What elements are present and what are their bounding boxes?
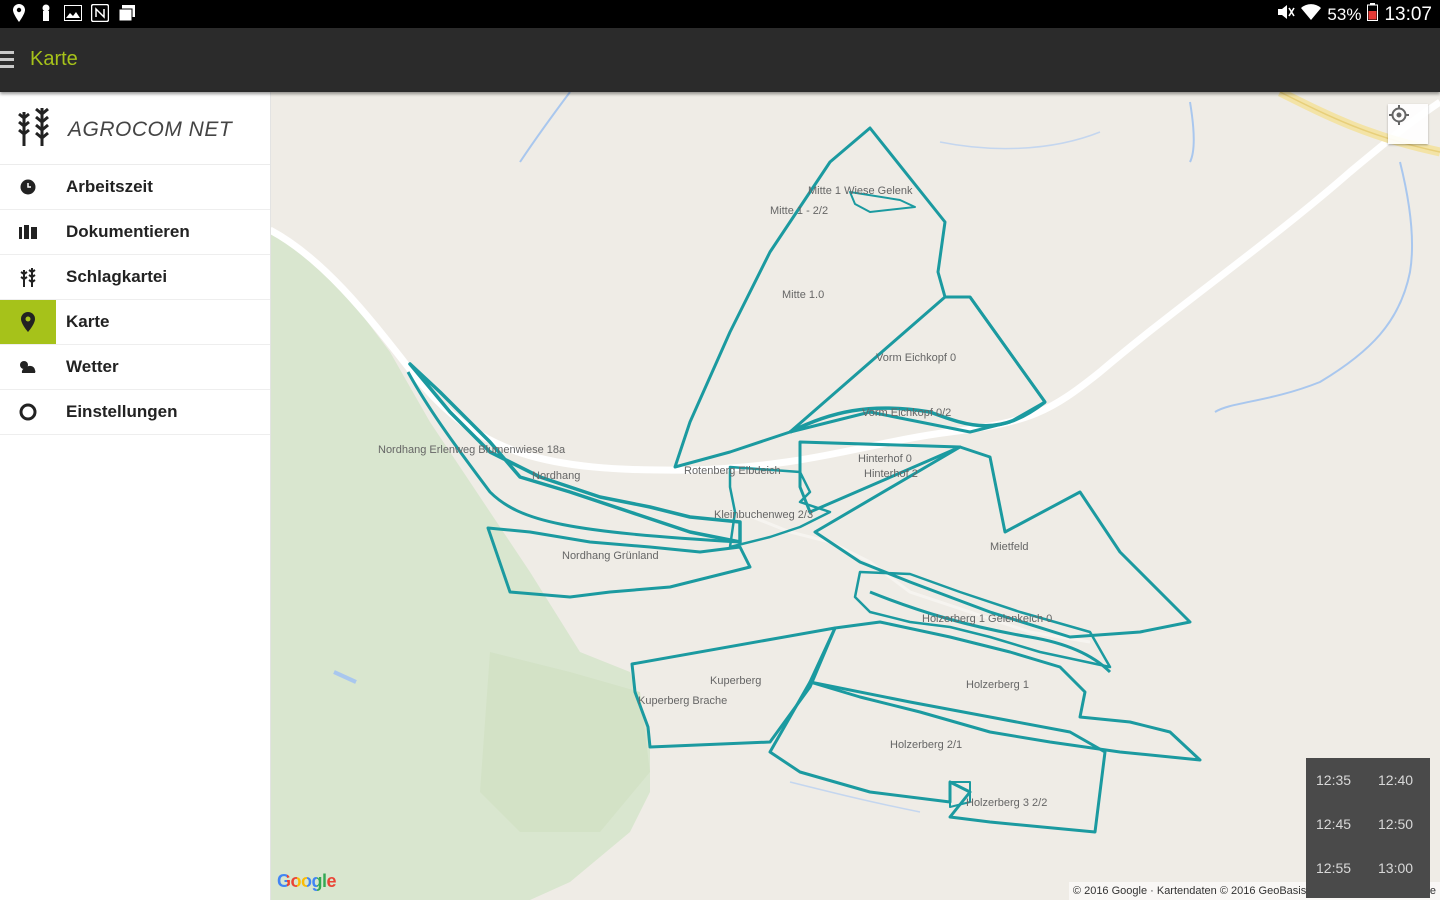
field-label: Rotenberg Elbdeich [684, 465, 781, 477]
google-logo-text: Google [277, 871, 337, 891]
time-filter-panel: 12:35 12:40 12:45 12:50 12:55 13:00 [1306, 758, 1430, 898]
field-label: Holzerberg 1 [966, 679, 1029, 691]
page-title: Karte [30, 48, 78, 70]
wheat-icon [0, 255, 56, 299]
time-option[interactable]: 12:35 [1316, 772, 1351, 788]
nav-item-label: Schlagkartei [66, 267, 168, 286]
time-option[interactable]: 12:55 [1316, 860, 1351, 876]
stream [1189, 101, 1195, 163]
google-logo: Google [277, 871, 337, 892]
field-label: Mietfeld [990, 541, 1029, 553]
field-label: Vorm Eichkopf 0/2 [862, 407, 952, 419]
location-icon [10, 4, 28, 22]
nav-item-label: Einstellungen [66, 402, 178, 421]
field-label: Holzerberg 3 2/2 [966, 797, 1048, 809]
time-option[interactable]: 13:00 [1378, 860, 1413, 876]
field-label: Mitte 1.0 [782, 289, 825, 301]
weather-icon [0, 345, 56, 389]
field-kuperberg [630, 626, 837, 749]
image-icon [64, 4, 82, 22]
nav-item-label: Dokumentieren [66, 222, 190, 241]
nav-item-arbeitszeit[interactable]: Arbeitszeit [0, 165, 270, 210]
field-label: Hinterhof 0 [858, 453, 912, 465]
time-option[interactable]: 12:45 [1316, 816, 1351, 832]
my-location-button[interactable] [1388, 104, 1428, 144]
notification-icon [37, 4, 55, 22]
clock-icon [0, 165, 56, 209]
battery-icon [1367, 3, 1379, 27]
nav-item-einstellungen[interactable]: Einstellungen [0, 390, 270, 435]
field-label: Holzerberg 1 Gelenkeich 0 [922, 613, 1053, 625]
agrocom-logo: AGROCOM NET [0, 92, 270, 165]
nav-item-dokumentieren[interactable]: Dokumentieren [0, 210, 270, 255]
gallery-icon [118, 4, 136, 22]
field-mitte [673, 126, 1047, 469]
map-canvas [270, 92, 1440, 900]
battery-percent: 53% [1327, 5, 1362, 24]
nav-item-label: Karte [66, 312, 110, 331]
status-bar: 53% 13:07 [0, 0, 1440, 28]
nav-item-schlagkartei[interactable]: Schlagkartei [0, 255, 270, 300]
field-label: Kleinbuchenweg 2/3 [714, 509, 814, 521]
wifi-icon [1301, 4, 1322, 26]
menu-icon[interactable] [0, 51, 14, 69]
field-label: Kuperberg [710, 675, 762, 687]
field-label: Holzerberg 2/1 [890, 739, 963, 751]
field-label: Mitte 1 Wiese Gelenk [808, 185, 913, 197]
time-option[interactable]: 12:50 [1378, 816, 1413, 832]
field-label: Kuperberg Brache [638, 695, 728, 707]
navigation-drawer: AGROCOM NET Arbeitszeit Dokumentieren Sc… [0, 92, 271, 900]
field-label: Mitte 1 - 2/2 [770, 205, 829, 217]
nav-item-label: Arbeitszeit [66, 177, 153, 196]
field-label: Hinterhof 2 [864, 468, 918, 480]
field-holzerberg-2 [768, 680, 1107, 834]
time-option[interactable]: 12:40 [1378, 772, 1413, 788]
app-bar: Karte [0, 28, 1440, 92]
nfc-icon [91, 4, 109, 22]
field-label: Vorm Eichkopf 0 [876, 352, 957, 364]
agrocom-logo-icon [16, 104, 56, 153]
field-label: Nordhang [532, 470, 581, 482]
field-label: Nordhang Grünland [562, 550, 659, 562]
clock-time: 13:07 [1384, 4, 1432, 25]
map-view[interactable]: Mitte 1 Wiese Gelenk Mitte 1 - 2/2 Mitte… [270, 92, 1440, 900]
nav-item-label: Wetter [66, 357, 119, 376]
nav-item-karte[interactable]: Karte [0, 300, 270, 345]
field-label: Nordhang Erlenweg Blumenwiese 18a [378, 444, 566, 456]
settings-icon [0, 390, 56, 434]
document-icon [0, 210, 56, 254]
logo-text: AGROCOM NET [68, 118, 233, 141]
stream [519, 92, 571, 163]
mute-icon [1277, 4, 1296, 26]
nav-item-wetter[interactable]: Wetter [0, 345, 270, 390]
field-center [728, 465, 832, 549]
map-pin-icon [0, 300, 56, 344]
stream [939, 131, 1101, 150]
